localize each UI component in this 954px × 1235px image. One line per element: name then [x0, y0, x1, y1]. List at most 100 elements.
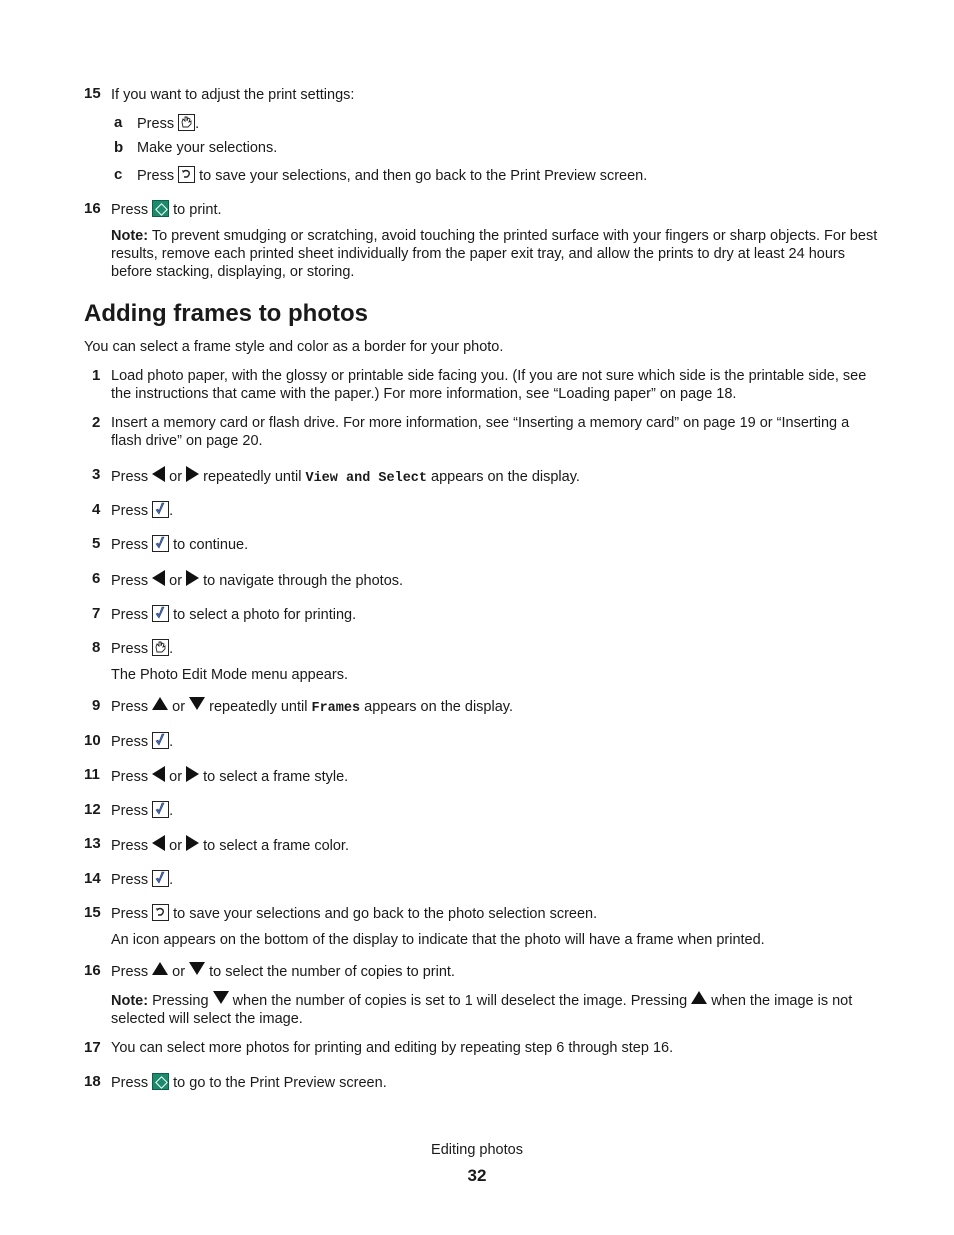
step-text: Press or to select the number of copies …: [111, 962, 455, 981]
step-description: to select the number of copies to print.: [209, 964, 455, 980]
select-check-icon: [152, 501, 170, 518]
step-number: 12: [84, 801, 101, 818]
step-number: 17: [84, 1039, 101, 1056]
step-description: repeatedly until: [203, 469, 302, 485]
step-number: 1: [92, 367, 101, 384]
step-subtext: The Photo Edit Mode menu appears.: [111, 667, 348, 683]
step-number: 14: [84, 870, 101, 887]
up-arrow-icon: [152, 697, 169, 710]
period: .: [169, 641, 174, 657]
press-label: Press: [111, 699, 149, 715]
substep-description: to save your selections, and then go bac…: [199, 168, 648, 184]
down-arrow-icon: [189, 697, 206, 710]
press-label: Press: [111, 872, 149, 888]
substep-letter: a: [114, 114, 123, 131]
or-label: or: [169, 838, 183, 854]
step-description: to go to the Print Preview screen.: [173, 1075, 387, 1091]
step-number: 16: [84, 200, 101, 217]
press-label: Press: [111, 803, 149, 819]
step-number: 4: [92, 501, 101, 518]
press-label: Press: [111, 838, 149, 854]
substep-text: Press .: [137, 114, 199, 133]
step-number: 11: [84, 766, 100, 783]
step-text: Press or to select a frame style.: [111, 766, 348, 786]
step-number: 7: [92, 605, 101, 622]
press-label: Press: [111, 537, 149, 553]
step-number: 13: [84, 835, 101, 852]
step-number: 6: [92, 570, 101, 587]
press-label: Press: [111, 769, 149, 785]
step-description: to select a frame style.: [203, 769, 349, 785]
select-check-icon: [152, 605, 170, 622]
or-label: or: [172, 964, 186, 980]
select-check-icon: [152, 870, 170, 887]
step-description: repeatedly until: [209, 699, 308, 715]
period: .: [195, 116, 200, 132]
step-description: to select a photo for printing.: [173, 607, 357, 623]
press-label: Press: [111, 641, 149, 657]
step-text: Press or repeatedly until Frames appears…: [111, 697, 513, 718]
substep-letter: c: [114, 166, 123, 183]
down-arrow-icon: [189, 962, 206, 975]
step-number: 15: [84, 904, 101, 921]
back-icon: [152, 904, 170, 921]
step-description: to continue.: [173, 537, 249, 553]
period: .: [169, 734, 174, 750]
period: .: [169, 872, 174, 888]
step-number: 9: [92, 697, 101, 714]
select-check-icon: [152, 535, 170, 552]
note-label: Note:: [111, 228, 149, 244]
or-label: or: [169, 573, 183, 589]
step-text: Press or to navigate through the photos.: [111, 570, 403, 590]
step-text: Press to go to the Print Preview screen.: [111, 1073, 387, 1092]
or-label: or: [169, 469, 183, 485]
note: Note: To prevent smudging or scratching,…: [111, 227, 881, 281]
step-text: Press .: [111, 732, 173, 751]
select-check-icon: [152, 801, 170, 818]
or-label: or: [172, 699, 186, 715]
step-text: Press .: [111, 639, 173, 658]
step-text: Press or repeatedly until View and Selec…: [111, 466, 580, 488]
step-text: You can select more photos for printing …: [111, 1040, 674, 1056]
note-label: Note:: [111, 993, 149, 1009]
left-arrow-icon: [152, 466, 166, 482]
select-check-icon: [152, 732, 170, 749]
press-label: Press: [111, 503, 149, 519]
step-description: to select a frame color.: [203, 838, 349, 854]
right-arrow-icon: [186, 835, 200, 851]
step-description: to save your selections and go back to t…: [173, 906, 598, 922]
step-text: Press to select a photo for printing.: [111, 605, 356, 624]
page-number: 32: [467, 1166, 487, 1185]
step-description: to print.: [173, 202, 222, 218]
note: Note: Pressing when the number of copies…: [111, 991, 881, 1028]
step-text: Press .: [111, 801, 173, 820]
section-title: Adding frames to photos: [84, 300, 368, 327]
period: .: [169, 503, 174, 519]
photo-edit-icon: [152, 639, 170, 656]
step-text: Press to continue.: [111, 535, 248, 554]
step-subtext: An icon appears on the bottom of the dis…: [111, 932, 765, 948]
step-number: 16: [84, 962, 101, 979]
footer-chapter: Editing photos: [431, 1142, 523, 1158]
press-label: Press: [111, 469, 149, 485]
display-text: View and Select: [305, 471, 428, 486]
section-intro: You can select a frame style and color a…: [84, 339, 504, 355]
step-text: If you want to adjust the print settings…: [111, 87, 355, 103]
note-text: To prevent smudging or scratching, avoid…: [111, 228, 878, 280]
up-arrow-icon: [152, 962, 169, 975]
step-text: Insert a memory card or flash drive. For…: [111, 415, 850, 449]
step-description: appears on the display.: [364, 699, 513, 715]
display-text: Frames: [311, 701, 361, 716]
press-label: Press: [111, 1075, 149, 1091]
left-arrow-icon: [152, 835, 166, 851]
step-number: 3: [92, 466, 101, 483]
note-text: when the number of copies is set to 1 wi…: [232, 993, 688, 1009]
right-arrow-icon: [186, 766, 200, 782]
step-text: Press .: [111, 501, 173, 520]
step-text: Press .: [111, 870, 173, 889]
back-icon: [178, 166, 196, 183]
substep-text: Press to save your selections, and then …: [137, 166, 647, 185]
step-description: appears on the display.: [431, 469, 580, 485]
press-label: Press: [137, 116, 175, 132]
step-number: 18: [84, 1073, 101, 1090]
